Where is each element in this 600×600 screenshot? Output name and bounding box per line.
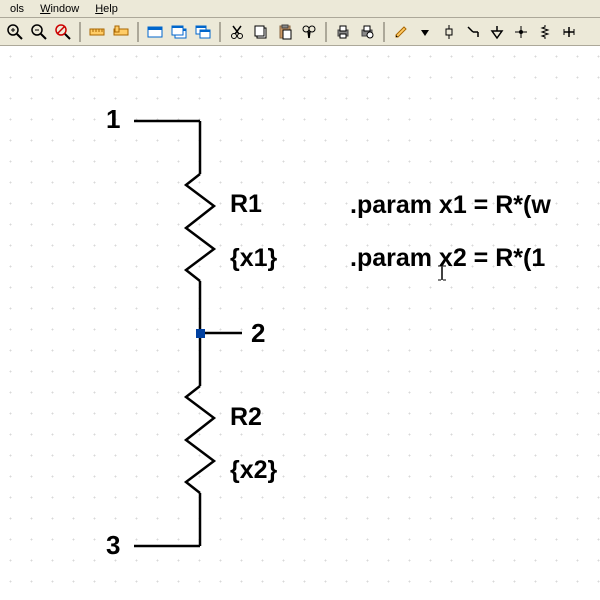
- net-icon[interactable]: [510, 21, 532, 43]
- zoom-in-icon[interactable]: [4, 21, 26, 43]
- paste-icon[interactable]: [274, 21, 296, 43]
- junction-node: [196, 329, 205, 338]
- zoom-out-icon[interactable]: [28, 21, 50, 43]
- ruler1-icon[interactable]: [86, 21, 108, 43]
- component-value-r2[interactable]: {x2}: [230, 456, 277, 485]
- toolbar: [0, 18, 600, 46]
- find-icon[interactable]: [298, 21, 320, 43]
- menu-tools[interactable]: ols: [4, 2, 30, 16]
- component-name-r2[interactable]: R2: [230, 403, 262, 432]
- node-label-3[interactable]: 3: [106, 530, 120, 561]
- toolbar-separator: [383, 22, 385, 42]
- resistor-icon[interactable]: [534, 21, 556, 43]
- node-label-2[interactable]: 2: [251, 318, 265, 349]
- component-value-r1[interactable]: {x1}: [230, 244, 277, 273]
- text-icon[interactable]: [558, 21, 580, 43]
- cut-icon[interactable]: [226, 21, 248, 43]
- menu-help[interactable]: Help: [89, 2, 124, 16]
- ruler2-icon[interactable]: [110, 21, 132, 43]
- print-icon[interactable]: [332, 21, 354, 43]
- text-cursor-icon: [436, 264, 448, 282]
- node-label-1[interactable]: 1: [106, 104, 120, 135]
- wire-icon[interactable]: [462, 21, 484, 43]
- ground-icon[interactable]: [486, 21, 508, 43]
- arrow-down-icon[interactable]: [414, 21, 436, 43]
- menu-bar: ols Window Help: [0, 0, 600, 18]
- schematic-canvas[interactable]: 1 2 3 R1 {x1} R2 {x2} .param x1 = R*(w .…: [0, 46, 600, 600]
- spice-directive-1[interactable]: .param x1 = R*(w: [350, 191, 551, 220]
- window-cascade-icon[interactable]: [168, 21, 190, 43]
- toolbar-separator: [79, 22, 81, 42]
- component-icon[interactable]: [438, 21, 460, 43]
- window-restore-icon[interactable]: [192, 21, 214, 43]
- toolbar-separator: [137, 22, 139, 42]
- copy-icon[interactable]: [250, 21, 272, 43]
- toolbar-separator: [219, 22, 221, 42]
- component-name-r1[interactable]: R1: [230, 190, 262, 219]
- zoom-reset-icon[interactable]: [52, 21, 74, 43]
- print-preview-icon[interactable]: [356, 21, 378, 43]
- pencil-icon[interactable]: [390, 21, 412, 43]
- toolbar-separator: [325, 22, 327, 42]
- menu-window[interactable]: Window: [34, 2, 85, 16]
- schematic-drawing: [0, 46, 600, 600]
- window-tile-icon[interactable]: [144, 21, 166, 43]
